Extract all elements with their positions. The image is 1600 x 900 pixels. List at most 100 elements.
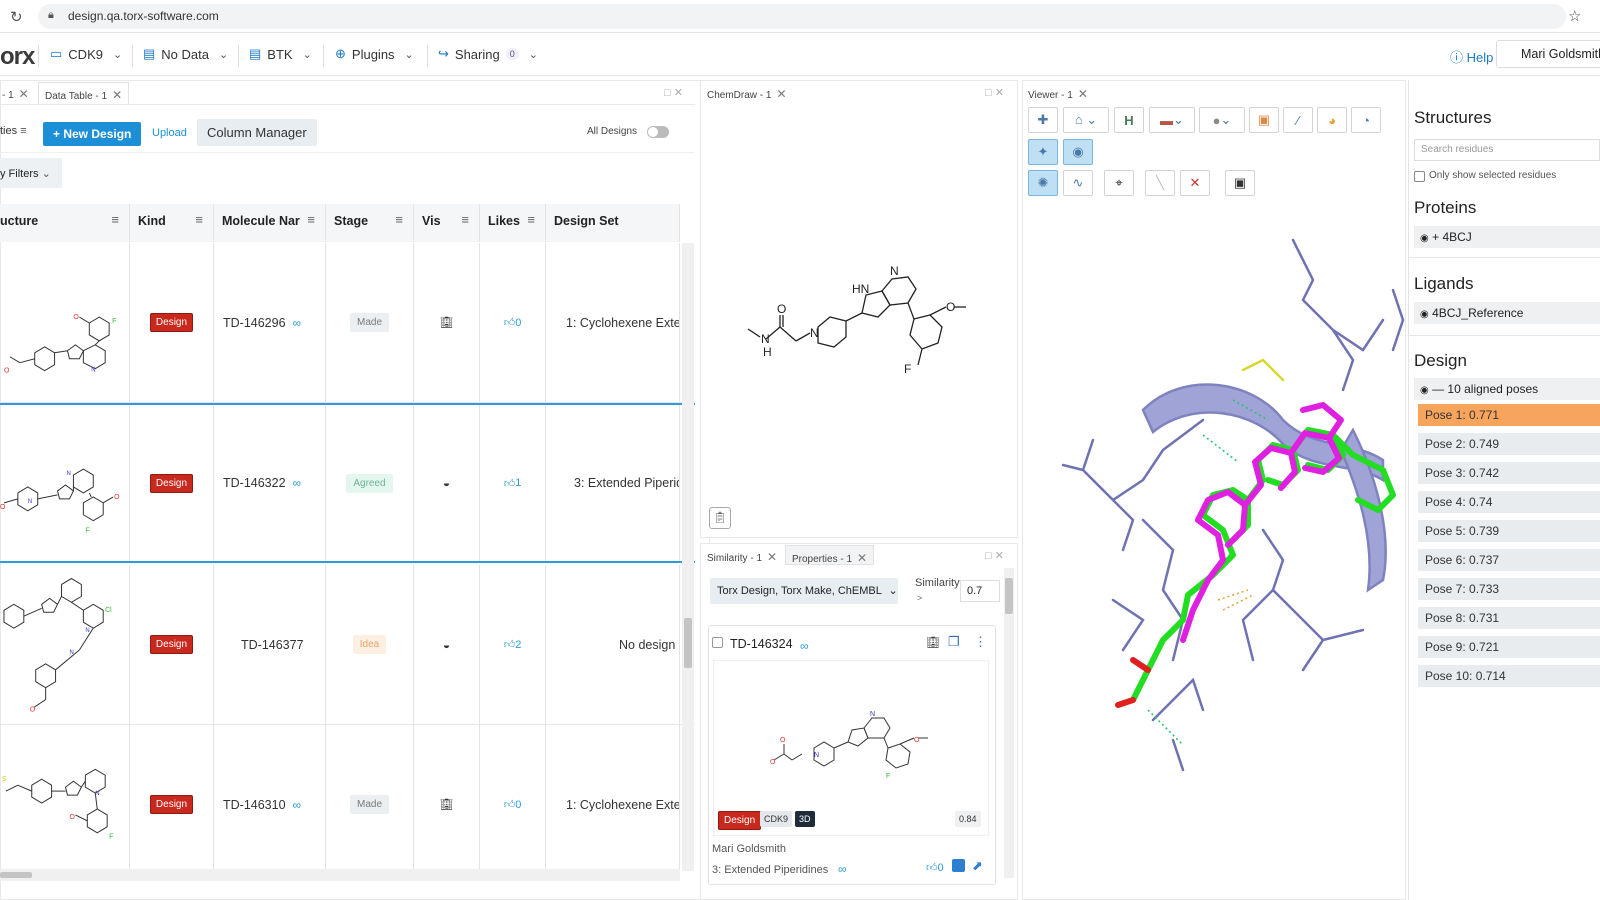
maximize-icon[interactable]: □: [985, 550, 992, 562]
structure-cell[interactable]: N N O F O: [0, 405, 130, 561]
panel-window-controls[interactable]: □ ✕: [985, 549, 1004, 562]
table-row[interactable]: O O F N Design TD-146296 ∞ Made 🏢︎ 👍︎ 0 1: C…: [0, 243, 695, 403]
panel-window-controls[interactable]: □ ✕: [664, 86, 683, 99]
maximize-icon[interactable]: □: [664, 87, 671, 99]
likes-button[interactable]: 👍︎0: [926, 861, 944, 874]
thumbs-up-icon[interactable]: 👍︎: [504, 798, 516, 811]
likes-cell[interactable]: 👍︎ 2: [480, 565, 546, 724]
column-menu-icon[interactable]: ≡: [195, 212, 203, 227]
link-icon[interactable]: ∞: [293, 476, 302, 490]
column-header-visibility[interactable]: Vis ≡: [414, 204, 480, 242]
pose-item-active[interactable]: Pose 1: 0.771: [1418, 404, 1600, 426]
pose-item[interactable]: Pose 4: 0.74: [1418, 491, 1600, 513]
ribbon-icon[interactable]: ∿: [1063, 170, 1093, 196]
sharing-dropdown[interactable]: ↪ Sharing 0 ⌄: [438, 46, 538, 62]
hydrogen-toggle-icon[interactable]: H: [1114, 107, 1144, 133]
column-header-molecule-name[interactable]: Molecule Nar ≡: [214, 204, 326, 242]
sphere-tool-icon[interactable]: ● ⌄: [1199, 107, 1245, 133]
tab-chemdraw[interactable]: ChemDraw - 1 ✕: [707, 87, 787, 101]
ligand-item[interactable]: ◉ 4BCJ_Reference: [1414, 302, 1600, 324]
color-scheme-icon[interactable]: ▣: [1249, 107, 1279, 133]
upload-button[interactable]: Upload: [152, 127, 187, 139]
table-row-selected[interactable]: N N O F O Design TD-146322 ∞ Agreed ◒ 👍︎ 1 3:…: [0, 403, 695, 563]
table-horizontal-scrollbar[interactable]: [0, 869, 680, 881]
close-icon[interactable]: ✕: [995, 87, 1004, 99]
link-icon[interactable]: ∞: [293, 316, 302, 330]
expand-plus-icon[interactable]: +: [1432, 230, 1439, 244]
table-row[interactable]: Cl N N O Design TD-146377 Idea ◒ 👍︎ 2 No des…: [0, 565, 695, 725]
close-icon[interactable]: ✕: [857, 551, 867, 565]
column-menu-icon[interactable]: ≡: [111, 212, 119, 227]
structure-cell[interactable]: S O F N: [0, 725, 130, 873]
close-icon[interactable]: ✕: [112, 88, 122, 102]
panel-window-controls[interactable]: □ ✕: [985, 86, 1004, 99]
likes-cell[interactable]: 👍︎ 0: [480, 243, 546, 402]
close-icon[interactable]: ✕: [19, 87, 29, 101]
plugins-dropdown[interactable]: ⊕ Plugins ⌄: [335, 46, 414, 62]
molecule-name-cell[interactable]: TD-146310 ∞: [214, 725, 326, 873]
pose-item[interactable]: Pose 3: 0.742: [1418, 462, 1600, 484]
data-dropdown[interactable]: ▤ No Data ⌄: [143, 46, 228, 62]
scrollbar-thumb[interactable]: [684, 618, 692, 668]
pose-item[interactable]: Pose 10: 0.714: [1418, 665, 1600, 687]
close-icon[interactable]: ✕: [776, 87, 786, 101]
scrollbar-thumb[interactable]: [1005, 578, 1013, 614]
similarity-threshold-input[interactable]: 0.7: [960, 580, 1000, 602]
camera-icon[interactable]: ▣: [1225, 170, 1255, 196]
molecule-name-cell[interactable]: TD-146377: [214, 565, 326, 724]
structure-cell[interactable]: Cl N N O: [0, 565, 130, 724]
clear-measure-icon[interactable]: ✕: [1180, 170, 1210, 196]
interactions-tool-icon[interactable]: ✦: [1028, 139, 1058, 165]
close-icon[interactable]: ✕: [995, 550, 1004, 562]
likes-cell[interactable]: 👍︎ 0: [480, 725, 546, 873]
close-icon[interactable]: ✕: [674, 87, 683, 99]
add-atom-tool-icon[interactable]: ✚: [1028, 107, 1058, 133]
tab-data-table[interactable]: Data Table - 1 ✕: [38, 82, 130, 104]
pose-item[interactable]: Pose 5: 0.739: [1418, 520, 1600, 542]
user-menu-button[interactable]: Mari Goldsmith: [1496, 40, 1600, 68]
ligand-style-icon[interactable]: ∕: [1283, 107, 1313, 133]
search-residues-input[interactable]: Search residues: [1414, 139, 1600, 161]
more-options-icon[interactable]: ⋮: [974, 634, 987, 650]
column-manager-button[interactable]: Column Manager: [197, 119, 317, 146]
close-icon[interactable]: ✕: [767, 550, 777, 564]
table-row[interactable]: S O F N Design TD-146310 ∞ Made 🏢︎ 👍︎ 0 1: C…: [0, 725, 695, 873]
eye-icon[interactable]: ◉: [1420, 385, 1429, 396]
structure-cell[interactable]: O O F N: [0, 243, 130, 402]
thumbs-up-icon[interactable]: 👍︎: [504, 477, 516, 490]
clipboard-icon[interactable]: 📋︎: [709, 507, 731, 529]
result-molecule-id[interactable]: TD-146324: [730, 637, 793, 651]
url-text[interactable]: design.qa.torx-software.com: [68, 9, 219, 23]
surface-tool-icon[interactable]: ⌂ ⌄: [1063, 107, 1109, 133]
similarity-scrollbar[interactable]: [1004, 568, 1014, 878]
collapse-minus-icon[interactable]: —: [1432, 382, 1444, 396]
pocket-tool-icon[interactable]: ◉: [1063, 139, 1093, 165]
filters-button[interactable]: y Filters ⌄: [0, 158, 62, 188]
address-bar[interactable]: [38, 4, 1566, 29]
app-logo[interactable]: orx: [0, 43, 35, 71]
link-icon[interactable]: ∞: [838, 862, 847, 876]
reload-icon[interactable]: ↻: [10, 8, 23, 26]
protein-ligand-3d-view[interactable]: [1023, 200, 1406, 890]
tab-properties[interactable]: Properties - 1 ✕: [785, 545, 875, 565]
properties-filter-button[interactable]: ties ≡: [0, 125, 27, 137]
target-dropdown[interactable]: ▭ CDK9 ⌄: [50, 46, 122, 62]
thumbs-up-icon[interactable]: 👍︎: [504, 638, 516, 651]
thumbs-up-icon[interactable]: 👍︎: [504, 316, 516, 329]
share-icon[interactable]: ⬈: [972, 858, 983, 874]
help-link[interactable]: ⓘ Help: [1450, 47, 1493, 66]
pose-item[interactable]: Pose 6: 0.737: [1418, 549, 1600, 571]
chemdraw-molecule-canvas[interactable]: N H O N HN N O F: [740, 255, 980, 385]
pose-item[interactable]: Pose 7: 0.733: [1418, 578, 1600, 600]
new-design-button[interactable]: + New Design: [43, 122, 142, 146]
source-select[interactable]: Torx Design, Torx Make, ChEMBL ⌄: [710, 578, 898, 604]
reset-view-icon[interactable]: ◔: [1351, 107, 1381, 133]
molecule-name-cell[interactable]: TD-146296 ∞: [214, 243, 326, 402]
comment-icon[interactable]: [952, 859, 965, 872]
column-header-structure[interactable]: ucture ≡: [0, 204, 130, 242]
surface-mesh-icon[interactable]: ✺: [1028, 170, 1058, 196]
column-menu-icon[interactable]: ≡: [307, 212, 315, 227]
project-dropdown[interactable]: ▤ BTK ⌄: [249, 46, 312, 62]
tab-previous[interactable]: - 1 ✕: [2, 87, 29, 101]
only-selected-checkbox[interactable]: [1414, 171, 1425, 182]
